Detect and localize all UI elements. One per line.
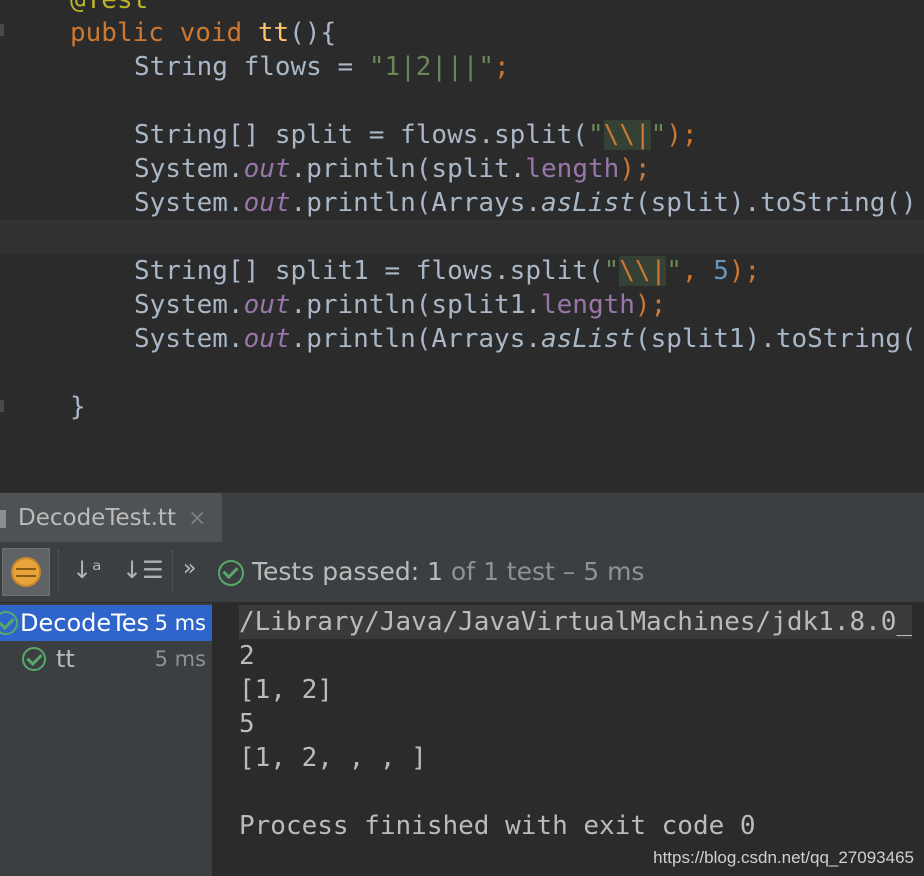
code-text: (split1).toString( bbox=[634, 324, 917, 354]
string-quote: " bbox=[650, 120, 667, 150]
static-method: asList bbox=[541, 324, 635, 354]
punctuation: ); bbox=[619, 154, 651, 184]
caret-line[interactable] bbox=[0, 220, 924, 254]
escape-sequence: \\| bbox=[603, 120, 651, 150]
code-line: String[] split1 = flows.split("\\|", 5); bbox=[0, 254, 924, 288]
status-passed-count: 1 bbox=[427, 557, 443, 586]
number-literal: 5 bbox=[713, 256, 729, 286]
string-quote: " bbox=[587, 120, 604, 150]
punctuation: ); bbox=[728, 256, 761, 286]
annotation-text: @Test bbox=[70, 0, 149, 15]
tree-item-tt[interactable]: tt 5 ms bbox=[0, 641, 212, 677]
test-status: Tests passed: 1 of 1 test – 5 ms bbox=[218, 554, 644, 590]
more-actions-icon[interactable]: » bbox=[183, 556, 196, 581]
punctuation: (){ bbox=[289, 18, 337, 48]
run-tab-decodetest[interactable]: DecodeTest.tt × bbox=[0, 493, 222, 543]
code-line: System.out.println(Arrays.asList(split1)… bbox=[0, 322, 924, 356]
tree-item-label: tt bbox=[56, 645, 75, 673]
console-line: /Library/Java/JavaVirtualMachines/jdk1.8… bbox=[239, 605, 913, 639]
code-text: System. bbox=[134, 154, 244, 184]
punctuation: ); bbox=[666, 120, 698, 150]
code-text: .println(split1. bbox=[290, 290, 541, 320]
sort-by-duration-icon[interactable]: ↓☰ bbox=[122, 552, 164, 588]
semicolon: ; bbox=[494, 52, 510, 82]
status-total: of 1 test bbox=[442, 557, 555, 586]
code-text: .println(split. bbox=[290, 154, 526, 184]
static-field: out bbox=[243, 188, 291, 218]
string-quote: " bbox=[603, 256, 620, 286]
toolbar-separator bbox=[172, 550, 173, 594]
close-icon[interactable]: × bbox=[188, 506, 206, 531]
code-text: System. bbox=[134, 290, 244, 320]
field: length bbox=[541, 290, 635, 320]
show-passed-icon bbox=[11, 557, 41, 587]
test-tree: DecodeTes 5 ms tt 5 ms bbox=[0, 603, 213, 876]
code-text: .println(Arrays. bbox=[290, 188, 541, 218]
check-circle-icon bbox=[22, 647, 46, 671]
code-editor[interactable]: @Test public void tt(){ String flows = "… bbox=[0, 0, 924, 492]
code-line: System.out.println(split1.length); bbox=[0, 288, 924, 322]
static-method: asList bbox=[541, 188, 635, 218]
tree-item-decodetest[interactable]: DecodeTes 5 ms bbox=[0, 605, 212, 641]
check-circle-icon bbox=[218, 560, 244, 586]
run-config-icon bbox=[0, 510, 6, 528]
punctuation: ); bbox=[634, 290, 667, 320]
console-line: Process finished with exit code 0 bbox=[239, 811, 756, 841]
code-line-closing: } bbox=[0, 390, 924, 424]
code-line: String[] split = flows.split("\\|"); bbox=[0, 118, 924, 152]
console-line: 2 bbox=[239, 641, 255, 671]
console-line: [1, 2, , , ] bbox=[239, 743, 427, 773]
code-line: System.out.println(split.length); bbox=[0, 152, 924, 186]
status-prefix: Tests passed: bbox=[252, 557, 428, 586]
keyword: public void bbox=[70, 18, 243, 48]
run-toolbar: ↓ᵃ ↓☰ » Tests passed: 1 of 1 test – 5 ms bbox=[0, 542, 924, 603]
code-line: System.out.println(Arrays.asList(split).… bbox=[0, 186, 924, 220]
watermark: https://blog.csdn.net/qq_27093465 bbox=[653, 848, 914, 867]
static-field: out bbox=[243, 154, 291, 184]
status-time: – 5 ms bbox=[554, 557, 645, 586]
code-text: System. bbox=[134, 188, 244, 218]
show-passed-button[interactable] bbox=[2, 548, 50, 596]
code-text: String[] split1 = flows.split( bbox=[134, 256, 604, 286]
code-text: System. bbox=[134, 324, 244, 354]
code-text: .println(Arrays. bbox=[290, 324, 541, 354]
code-text: String flows = bbox=[134, 52, 369, 82]
code-line-signature: public void tt(){ bbox=[0, 16, 924, 50]
check-circle-icon bbox=[0, 611, 18, 635]
code-line: String flows = "1|2|||"; bbox=[0, 50, 924, 84]
tree-item-duration: 5 ms bbox=[154, 647, 206, 671]
tree-item-duration: 5 ms bbox=[154, 611, 206, 635]
field: length bbox=[525, 154, 620, 184]
code-text: String[] split = flows.split( bbox=[134, 120, 588, 150]
escape-sequence: \\| bbox=[619, 256, 667, 286]
method-name: tt bbox=[257, 18, 290, 48]
code-line-annotation: @Test bbox=[0, 0, 924, 17]
closing-brace: } bbox=[70, 392, 86, 422]
run-tab-bar: DecodeTest.tt × bbox=[0, 492, 924, 543]
static-field: out bbox=[243, 290, 291, 320]
console-line: [1, 2] bbox=[239, 675, 333, 705]
string-quote: " bbox=[666, 256, 682, 286]
code-text: (split).toString() bbox=[634, 188, 917, 218]
run-tab-label: DecodeTest.tt bbox=[18, 505, 176, 531]
sort-alphabetically-icon[interactable]: ↓ᵃ bbox=[72, 552, 102, 588]
console-output[interactable]: /Library/Java/JavaVirtualMachines/jdk1.8… bbox=[213, 603, 924, 876]
comma: , bbox=[681, 256, 714, 286]
string-literal: "1|2|||" bbox=[368, 52, 495, 82]
static-field: out bbox=[243, 324, 291, 354]
tree-item-label: DecodeTes bbox=[20, 609, 149, 637]
console-line: 5 bbox=[239, 709, 255, 739]
toolbar-separator bbox=[58, 550, 59, 594]
